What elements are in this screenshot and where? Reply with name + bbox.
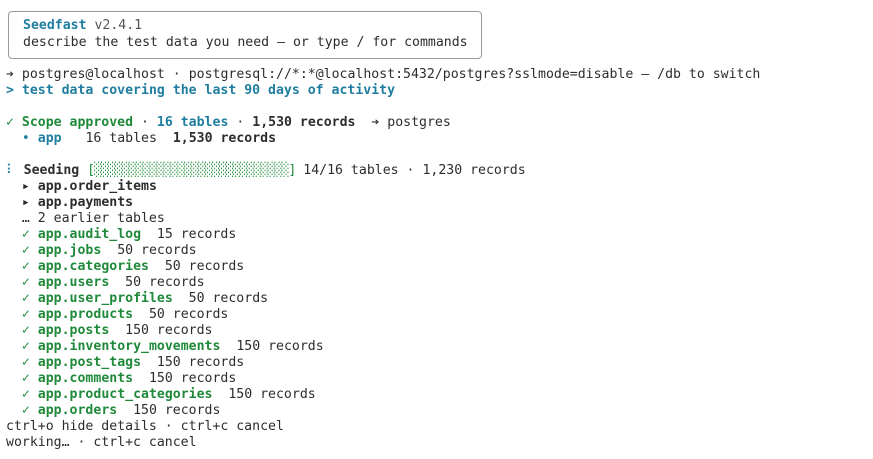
list-item: ✓ app.users 50 records <box>6 275 205 291</box>
table-name: app.user_profiles <box>37 291 173 306</box>
list-item: ✓ app.inventory_movements 150 records <box>6 339 324 355</box>
seeding-records: 1,230 records <box>422 163 526 178</box>
table-records: 50 records <box>125 275 205 290</box>
table-records: 150 records <box>148 371 237 386</box>
table-records: 50 records <box>188 291 269 306</box>
check-icon: ✓ <box>21 371 30 386</box>
db-switch-hint: — /db to switch <box>641 67 761 82</box>
prompt-marker: > <box>6 83 14 98</box>
arrow-icon: ➔ <box>6 67 14 82</box>
scope-records: 1,530 records <box>252 115 356 130</box>
list-item: ✓ app.user_profiles 50 records <box>6 291 268 307</box>
table-name: app.post_tags <box>37 355 142 370</box>
list-item: ✓ app.products 50 records <box>6 307 228 323</box>
check-icon: ✓ <box>21 275 30 290</box>
table-name: app.posts <box>37 323 110 338</box>
triangle-right-icon: ▸ <box>21 195 30 210</box>
banner-title-row: Seedfast v2.4.1 <box>23 18 142 34</box>
table-name: app.users <box>37 275 110 290</box>
prompt-line: > test data covering the last 90 days of… <box>6 83 395 99</box>
table-records: 150 records <box>228 387 316 402</box>
check-icon: ✓ <box>21 243 30 258</box>
list-item: ✓ app.audit_log 15 records <box>6 227 236 243</box>
connection-dsn: postgresql://*:*@localhost:5432/postgres… <box>188 67 634 82</box>
bullet-icon: • <box>21 131 30 146</box>
table-name: app.products <box>37 307 134 322</box>
banner-hint: describe the test data you need — or typ… <box>23 35 468 50</box>
list-item: ✓ app.jobs 50 records <box>6 243 197 259</box>
list-item: ▸ app.order_items <box>6 179 157 195</box>
list-item: ✓ app.comments 150 records <box>6 371 236 387</box>
table-records: 150 records <box>133 403 221 418</box>
progress-text: 14/16 tables <box>303 163 399 178</box>
list-item: ✓ app.post_tags 150 records <box>6 355 244 371</box>
table-records: 15 records <box>156 227 237 242</box>
check-icon: ✓ <box>21 227 30 242</box>
table-records: 50 records <box>164 259 245 274</box>
seeding-label: Seeding <box>23 163 80 178</box>
scope-tables: 16 tables <box>156 115 229 130</box>
welcome-banner: Seedfast v2.4.1 describe the test data y… <box>8 11 482 59</box>
table-records: 150 records <box>236 339 324 354</box>
earlier-tables-note: … 2 earlier tables <box>21 211 165 226</box>
table-name: app.orders <box>37 403 118 418</box>
status-line: working… · ctrl+c cancel <box>6 435 197 450</box>
scope-label: Scope approved <box>21 115 134 130</box>
list-item: ✓ app.orders 150 records <box>6 403 221 419</box>
table-name: app.jobs <box>37 243 102 258</box>
connection-user-host: postgres@localhost <box>21 67 165 82</box>
list-item: ✓ app.product_categories 150 records <box>6 387 316 403</box>
progress-bar: [░░░░░░░░░░░░░░░░░░░░░░░░░░░░] <box>87 163 296 178</box>
schema-row: • app 16 tables 1,530 records <box>6 131 276 147</box>
table-records: 150 records <box>156 355 245 370</box>
keyboard-hint: ctrl+o hide details · ctrl+c cancel <box>6 419 284 434</box>
table-records: 50 records <box>117 243 197 258</box>
table-name: app.categories <box>37 259 149 274</box>
arrow-icon: ➔ <box>371 115 380 130</box>
check-icon: ✓ <box>21 307 30 322</box>
check-icon: ✓ <box>21 355 30 370</box>
spinner-icon: ⠇ <box>6 163 16 178</box>
check-icon: ✓ <box>21 259 30 274</box>
table-name: app.comments <box>37 371 134 386</box>
table-records: 150 records <box>125 323 213 338</box>
table-name: app.audit_log <box>37 227 142 242</box>
list-item: ✓ app.posts 150 records <box>6 323 213 339</box>
table-name: app.payments <box>37 195 134 210</box>
schema-tables: 16 tables <box>85 131 157 146</box>
schema-records: 1,530 records <box>172 131 277 146</box>
schema-name: app <box>37 131 62 146</box>
list-item: ▸ app.payments <box>6 195 133 211</box>
check-icon: ✓ <box>21 403 30 418</box>
check-icon: ✓ <box>21 323 30 338</box>
table-name: app.order_items <box>37 179 157 194</box>
table-name: app.inventory_movements <box>37 339 221 354</box>
scope-target: postgres <box>387 115 451 130</box>
check-icon: ✓ <box>21 291 30 306</box>
check-icon: ✓ <box>6 115 14 130</box>
table-name: app.product_categories <box>37 387 213 402</box>
scope-approved-line: ✓ Scope approved · 16 tables · 1,530 rec… <box>6 115 451 130</box>
table-records: 50 records <box>148 307 229 322</box>
prompt-text: test data covering the last 90 days of a… <box>21 83 396 98</box>
app-name: Seedfast <box>23 18 87 33</box>
check-icon: ✓ <box>21 387 30 402</box>
check-icon: ✓ <box>21 339 30 354</box>
app-version: v2.4.1 <box>94 18 143 33</box>
triangle-right-icon: ▸ <box>21 179 30 194</box>
connection-line: ➔ postgres@localhost · postgresql://*:*@… <box>6 67 761 82</box>
seeding-progress-line: ⠇ Seeding [░░░░░░░░░░░░░░░░░░░░░░░░░░░░]… <box>6 163 526 178</box>
list-item: ✓ app.categories 50 records <box>6 259 244 275</box>
